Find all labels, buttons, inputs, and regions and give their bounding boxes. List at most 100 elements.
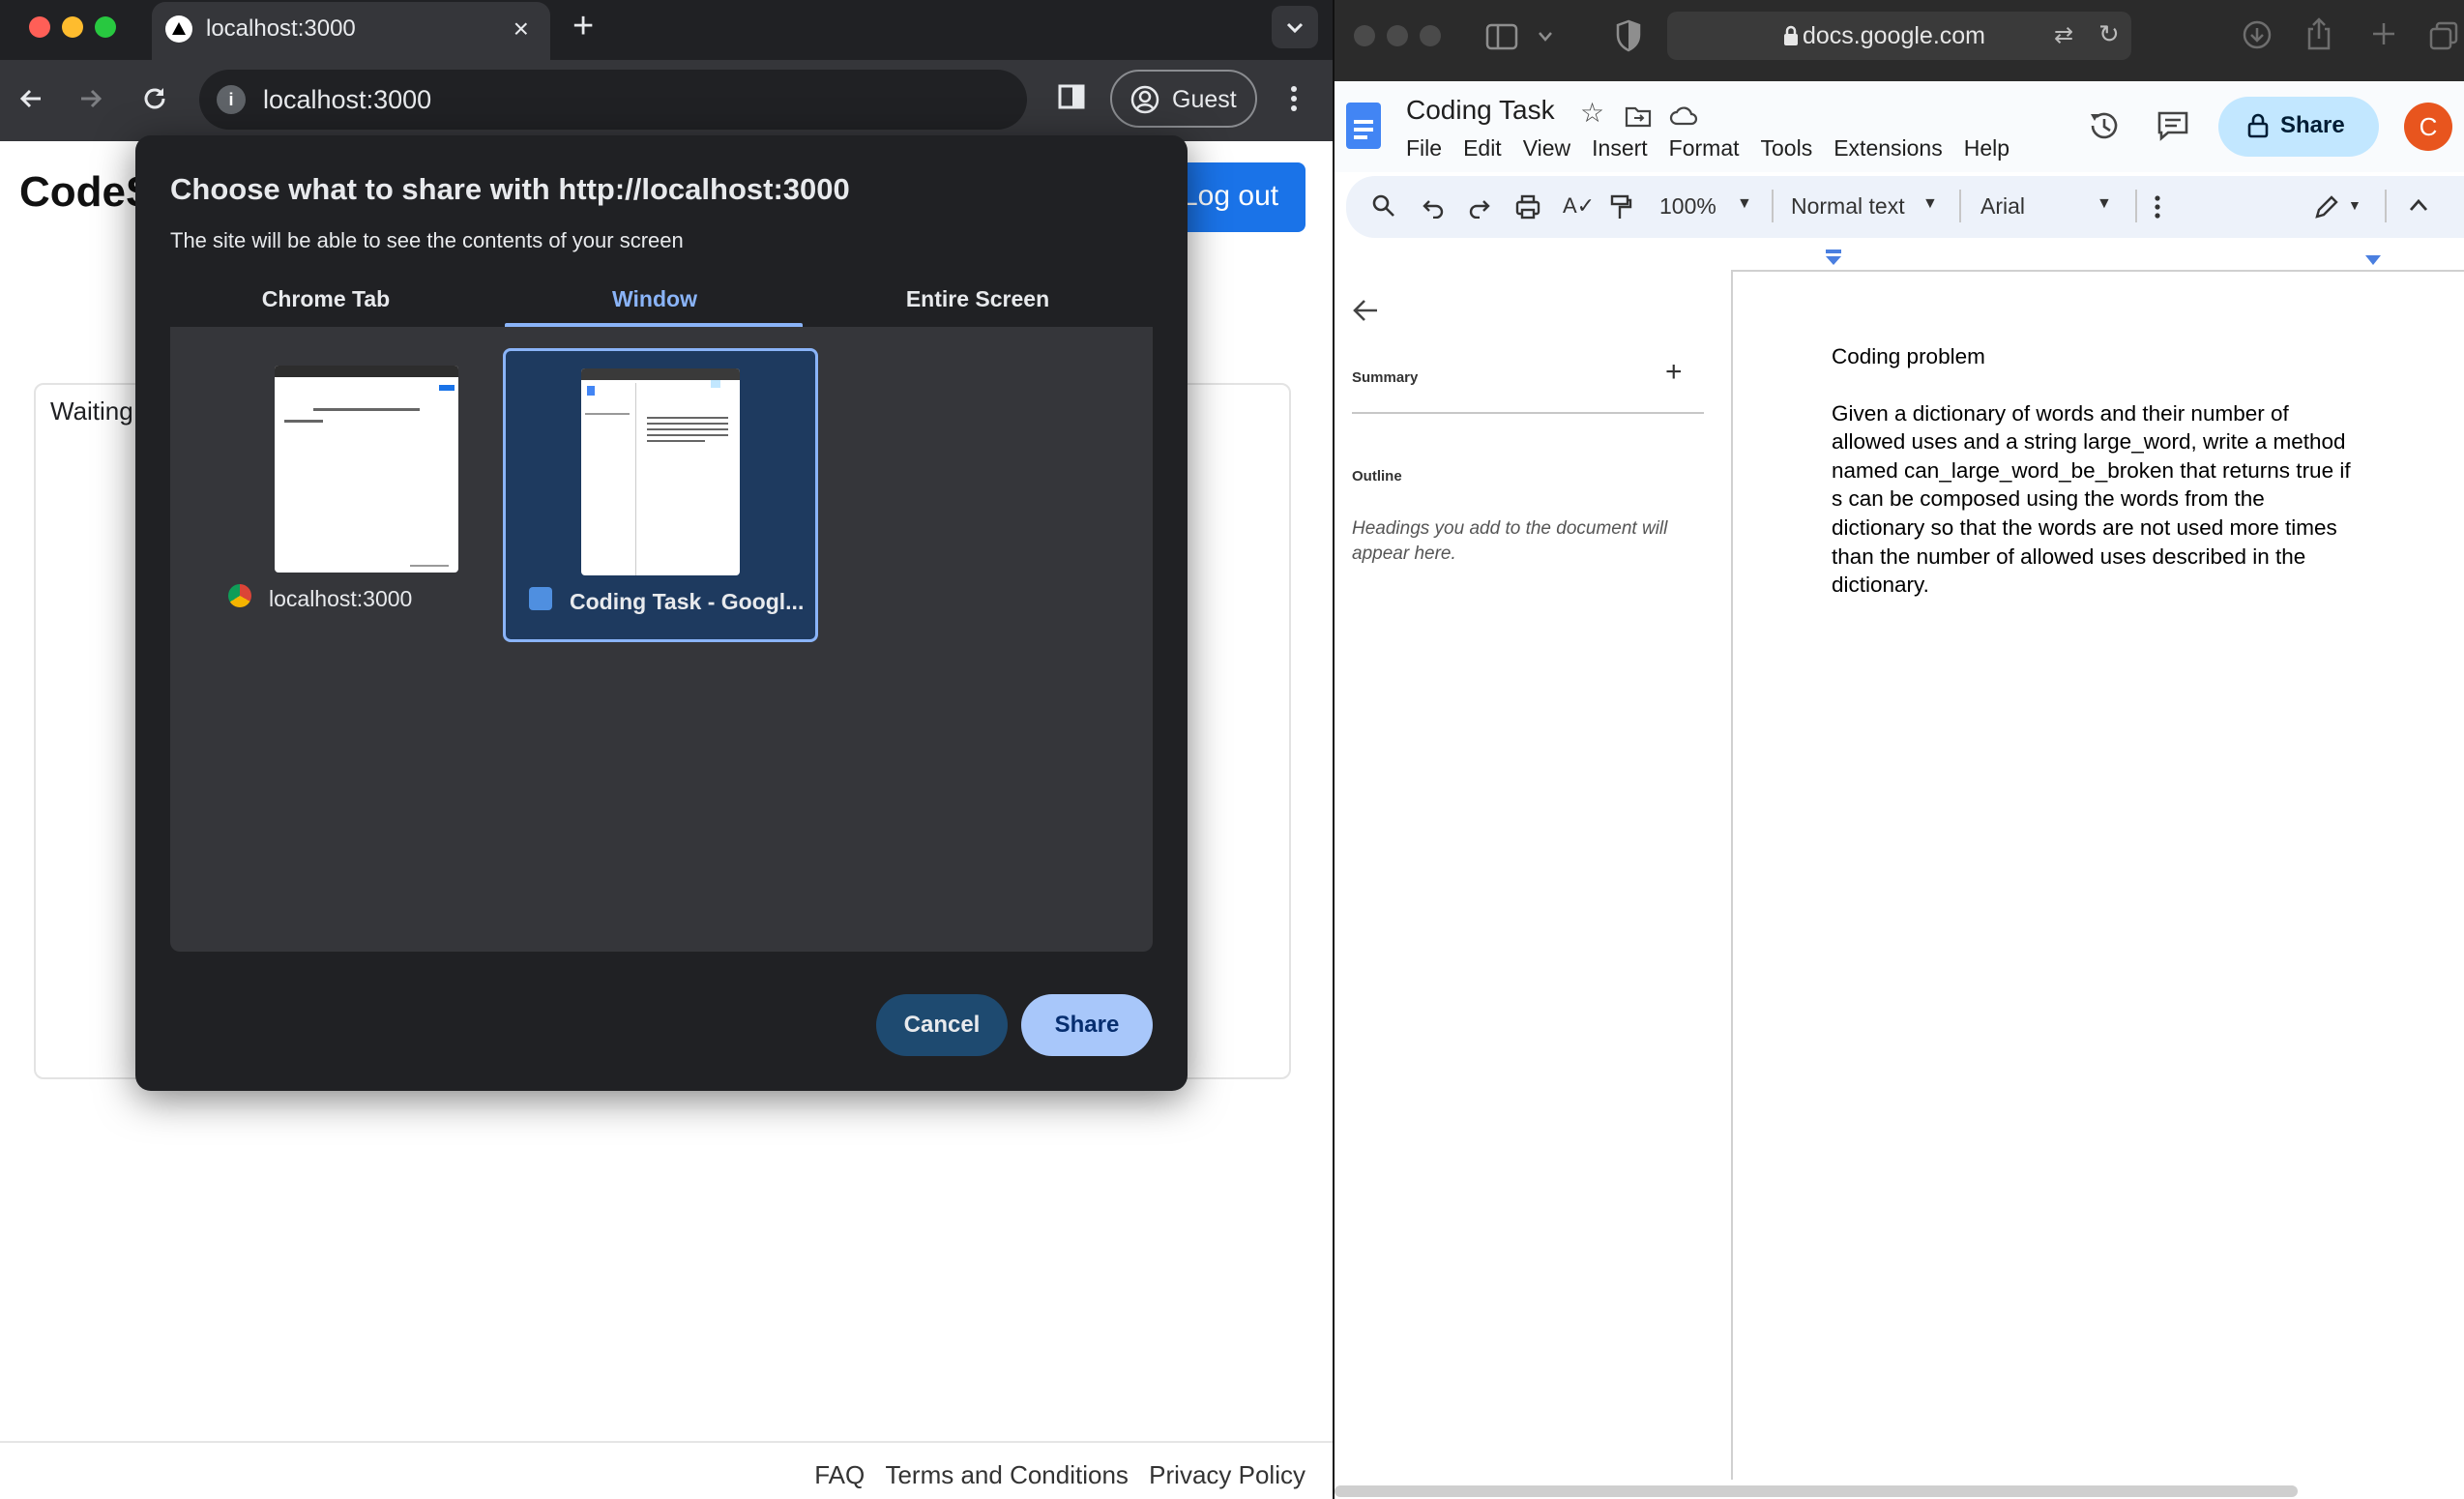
source-list: localhost:3000 Coding Task - Googl... — [170, 327, 1153, 952]
sidebar-toggle-icon[interactable] — [1485, 23, 1518, 50]
minimize-window-button[interactable] — [1387, 25, 1408, 46]
caret-down-icon: ▼ — [1737, 195, 1752, 212]
menu-view[interactable]: View — [1523, 135, 1570, 161]
profile-icon — [1130, 85, 1159, 114]
source-label: Coding Task - Googl... — [570, 589, 805, 614]
source-label: localhost:3000 — [269, 586, 413, 611]
docs-share-label: Share — [2280, 112, 2345, 138]
translate-icon[interactable]: ⇄ — [2054, 21, 2073, 49]
more-vert-icon[interactable] — [1282, 83, 1305, 114]
star-icon[interactable]: ☆ — [1580, 97, 1604, 129]
zoom-select[interactable]: 100% — [1659, 193, 1716, 220]
side-panel-icon[interactable] — [1058, 83, 1085, 110]
safari-address-bar[interactable]: docs.google.com ⇄ ↻ — [1667, 12, 2131, 60]
dialog-subtitle: The site will be able to see the content… — [170, 228, 684, 252]
docs-toolbar: A✓ 100% ▼ Normal text ▼ Arial ▼ ▼ — [1346, 176, 2464, 238]
style-select[interactable]: Normal text — [1791, 193, 1905, 220]
source-thumbnail — [581, 368, 740, 575]
source-item-coding-task[interactable]: Coding Task - Googl... — [503, 348, 818, 642]
add-summary-icon[interactable]: + — [1665, 356, 1683, 389]
tab-search-button[interactable] — [1272, 6, 1318, 48]
document-outline-panel: Summary + Outline Headings you add to th… — [1335, 271, 1733, 1480]
menu-tools[interactable]: Tools — [1761, 135, 1813, 161]
more-vert-icon[interactable] — [2153, 193, 2162, 220]
close-window-button[interactable] — [29, 16, 50, 38]
menu-edit[interactable]: Edit — [1463, 135, 1502, 161]
reload-icon[interactable]: ↻ — [2098, 19, 2120, 49]
tab-entire-screen[interactable]: Entire Screen — [828, 286, 1128, 312]
undo-icon[interactable] — [1422, 195, 1445, 219]
close-window-button[interactable] — [1354, 25, 1375, 46]
caret-down-icon: ▼ — [2097, 195, 2112, 212]
docs-logo-icon[interactable] — [1346, 103, 1381, 149]
menu-extensions[interactable]: Extensions — [1833, 135, 1943, 161]
new-tab-button[interactable]: + — [572, 6, 594, 47]
tab-chrome-tab[interactable]: Chrome Tab — [176, 286, 476, 312]
tab-localhost[interactable]: localhost:3000 × — [152, 2, 550, 60]
close-tab-icon[interactable]: × — [513, 14, 529, 44]
comments-icon[interactable] — [2156, 110, 2189, 141]
edit-mode-icon[interactable] — [2313, 193, 2340, 220]
summary-label: Summary — [1352, 369, 1419, 386]
source-item-localhost[interactable]: localhost:3000 — [205, 348, 520, 642]
indent-marker-icon[interactable] — [1824, 250, 1843, 267]
caret-down-icon: ▼ — [1922, 195, 1938, 212]
print-icon[interactable] — [1514, 193, 1541, 220]
menu-insert[interactable]: Insert — [1592, 135, 1648, 161]
move-folder-icon[interactable] — [1625, 104, 1652, 128]
doc-line: named can_large_word_be_broken that retu… — [1832, 457, 2351, 483]
outline-hint: Headings you add to the document will ap… — [1352, 518, 1668, 564]
redo-icon[interactable] — [1468, 195, 1491, 219]
back-icon[interactable] — [15, 83, 46, 114]
address-bar-url[interactable]: localhost:3000 — [263, 85, 431, 115]
menu-file[interactable]: File — [1406, 135, 1442, 161]
caret-down-icon: ▼ — [2348, 197, 2361, 213]
collapse-toolbar-icon[interactable] — [2408, 197, 2429, 213]
site-logo: CodeS — [19, 168, 155, 216]
minimize-window-button[interactable] — [62, 16, 83, 38]
footer-link-privacy[interactable]: Privacy Policy — [1149, 1460, 1305, 1489]
docs-share-button[interactable]: Share — [2218, 97, 2379, 157]
tab-overview-icon[interactable] — [2429, 21, 2458, 50]
footer-link-faq[interactable]: FAQ — [814, 1460, 865, 1489]
zoom-window-button[interactable] — [1420, 25, 1441, 46]
address-bar[interactable]: i localhost:3000 — [199, 70, 1027, 130]
tab-strip: localhost:3000 × + — [0, 0, 1333, 60]
share-icon[interactable] — [2305, 17, 2332, 50]
chevron-down-icon[interactable] — [1538, 31, 1553, 43]
right-indent-marker-icon[interactable] — [2363, 253, 2383, 267]
footer-divider — [0, 1441, 1333, 1443]
horizontal-scrollbar[interactable] — [1335, 1485, 2298, 1497]
share-button[interactable]: Share — [1021, 994, 1153, 1056]
paint-format-icon[interactable] — [1609, 193, 1632, 220]
tab-window[interactable]: Window — [505, 286, 805, 312]
screen-share-dialog: Choose what to share with http://localho… — [135, 135, 1188, 1091]
downloads-icon[interactable] — [2242, 19, 2273, 50]
spellcheck-icon[interactable]: A✓ — [1563, 193, 1595, 219]
search-icon[interactable] — [1371, 193, 1396, 219]
avatar[interactable]: C — [2404, 103, 2452, 151]
safari-window: docs.google.com ⇄ ↻ Coding Task ☆ File Ed… — [1333, 0, 2464, 1499]
outline-label: Outline — [1352, 468, 1402, 485]
version-history-icon[interactable] — [2087, 108, 2122, 143]
site-favicon-icon — [165, 15, 192, 43]
footer-link-terms[interactable]: Terms and Conditions — [885, 1460, 1128, 1489]
zoom-window-button[interactable] — [95, 16, 116, 38]
safari-url[interactable]: docs.google.com — [1803, 22, 1985, 50]
menu-format[interactable]: Format — [1669, 135, 1740, 161]
cancel-button[interactable]: Cancel — [876, 994, 1008, 1056]
site-info-icon[interactable]: i — [217, 85, 246, 114]
forward-icon[interactable] — [75, 83, 106, 114]
shield-icon[interactable] — [1615, 19, 1642, 52]
document-body[interactable]: Coding problem Given a dictionary of wor… — [1832, 342, 2383, 600]
footer-links: FAQ Terms and Conditions Privacy Policy — [801, 1460, 1305, 1490]
back-arrow-icon[interactable] — [1352, 298, 1379, 323]
font-select[interactable]: Arial — [1980, 193, 2025, 220]
new-tab-icon[interactable] — [2371, 21, 2396, 46]
menu-help[interactable]: Help — [1964, 135, 2009, 161]
waiting-text: Waiting — [50, 397, 133, 426]
reload-icon[interactable] — [139, 83, 170, 114]
document-title[interactable]: Coding Task — [1406, 95, 1555, 126]
cloud-saved-icon[interactable] — [1669, 104, 1698, 126]
profile-button[interactable]: Guest — [1110, 70, 1257, 128]
